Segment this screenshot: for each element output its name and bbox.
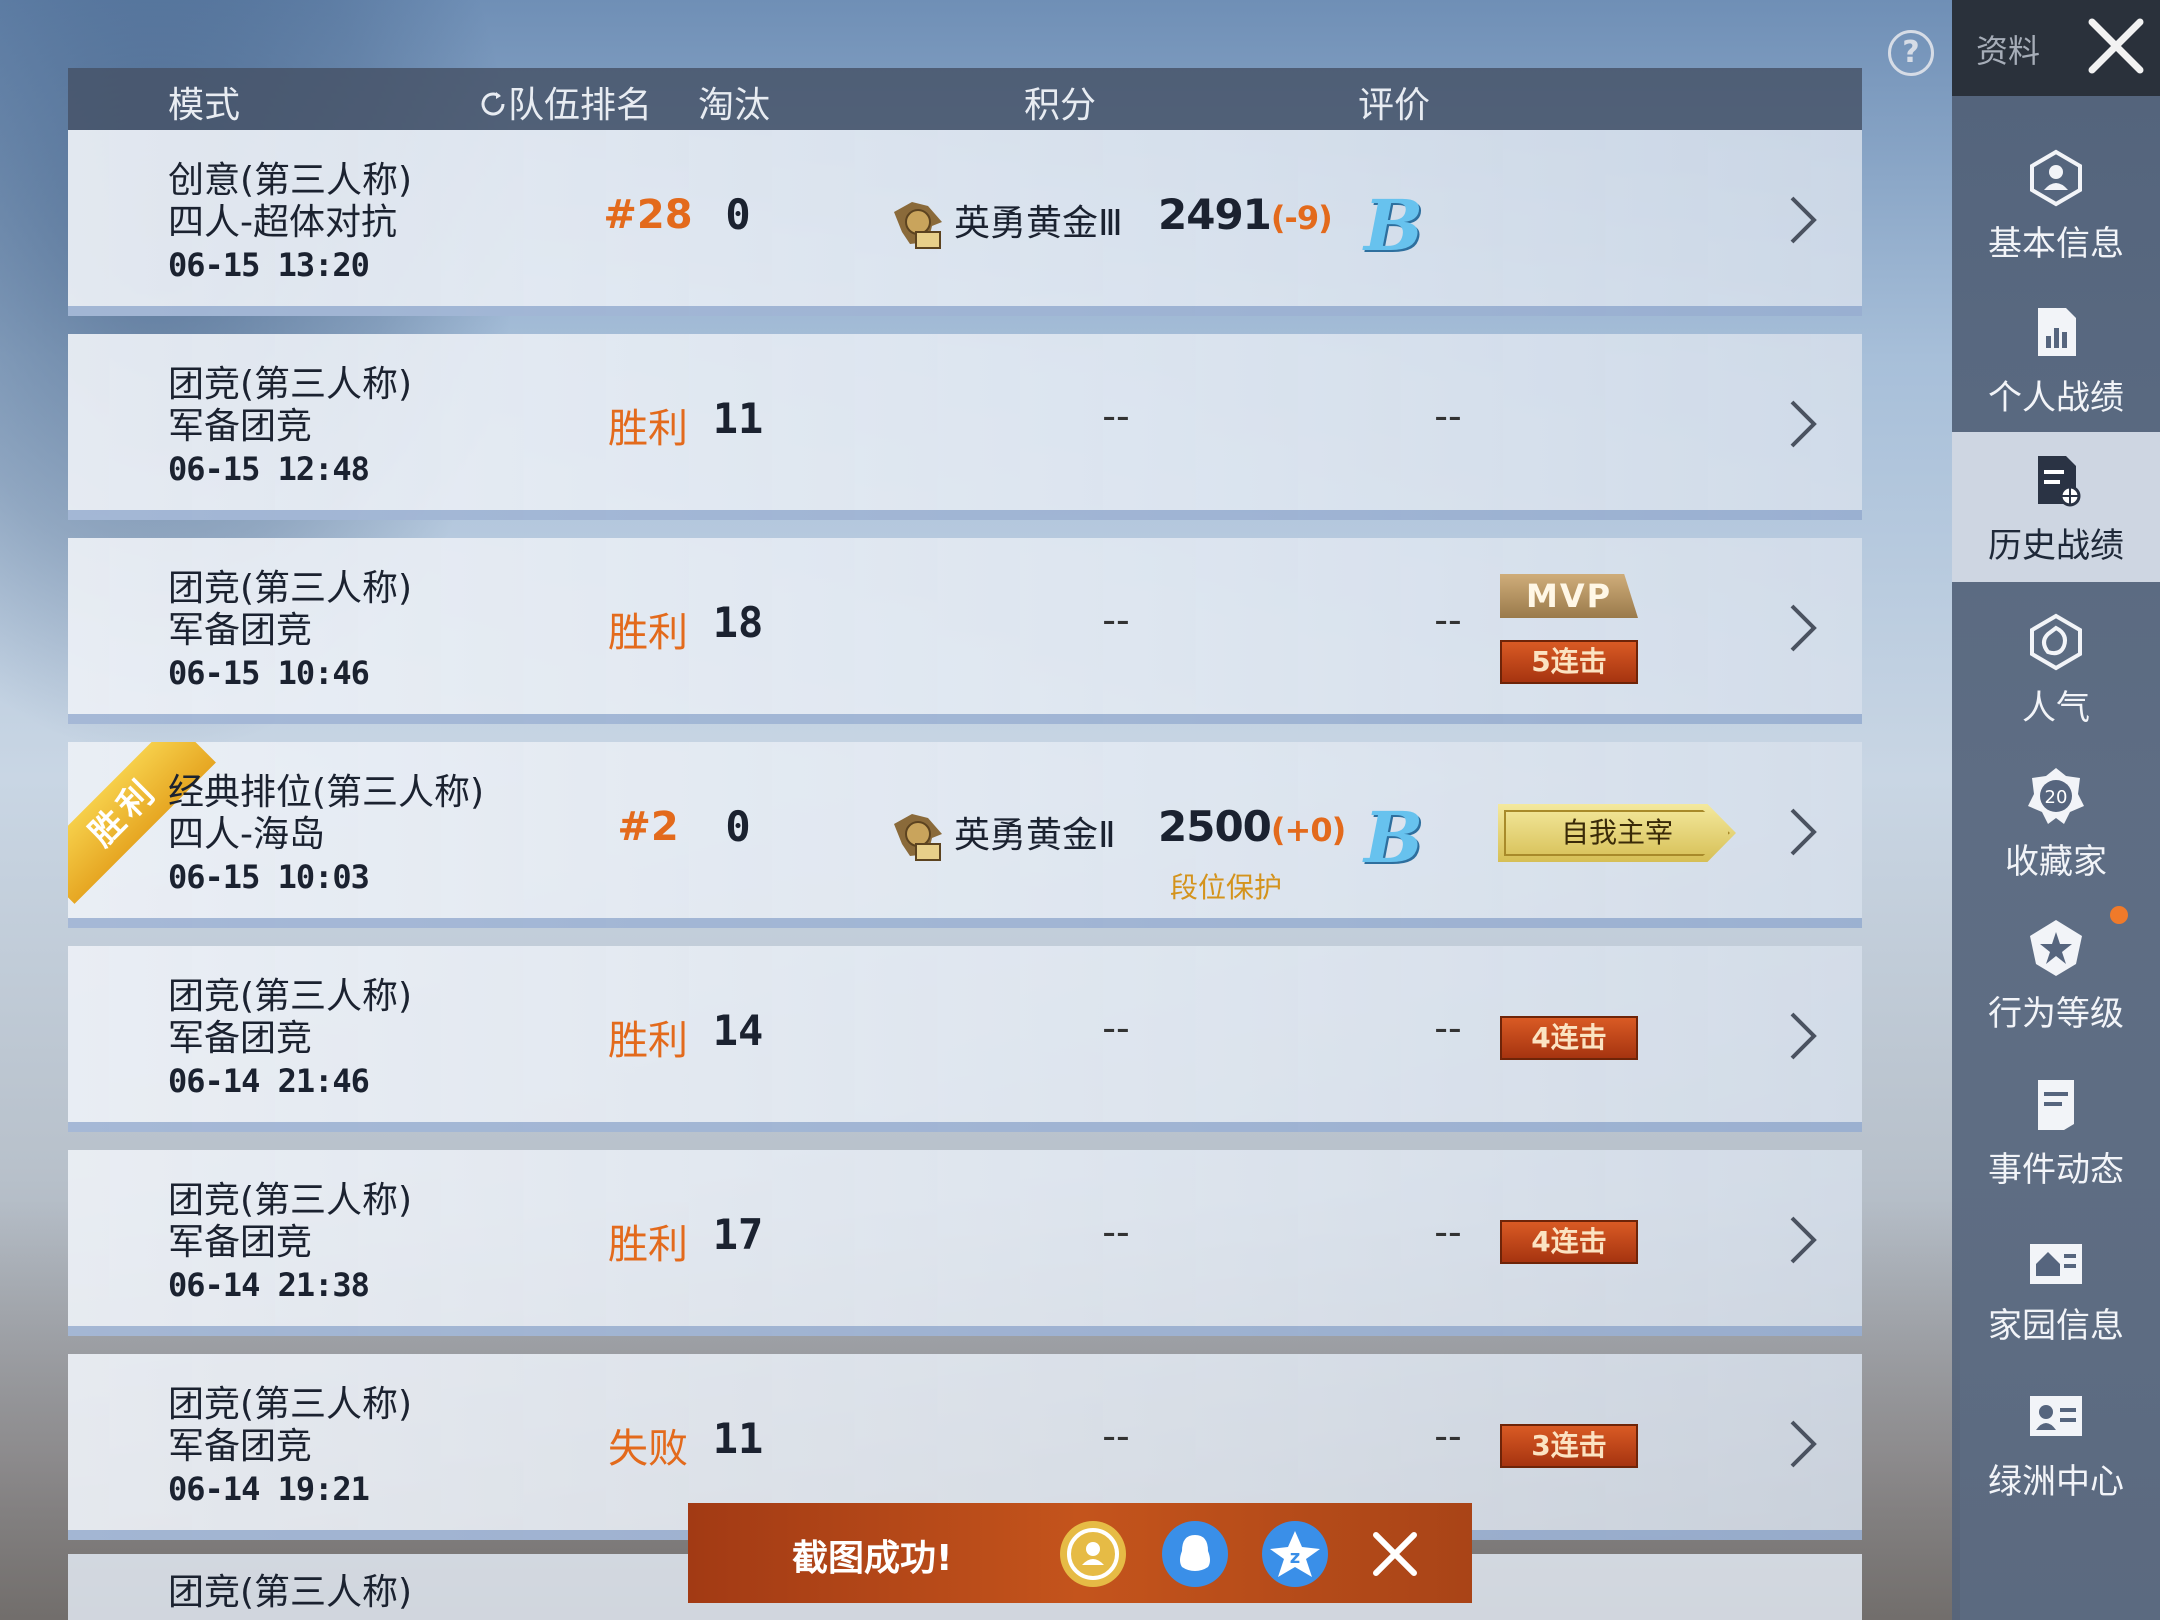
- score-empty: --: [1102, 1006, 1130, 1050]
- header-score: 积分: [1024, 85, 1097, 126]
- profile-icon: [2030, 149, 2082, 207]
- grade-letter: B: [1364, 184, 1424, 267]
- chevron-right-icon[interactable]: [1778, 596, 1828, 660]
- close-toast-icon[interactable]: [1362, 1521, 1428, 1587]
- sidebar-item-match-history[interactable]: 历史战绩: [1952, 432, 2160, 582]
- match-mode: 经典排位(第三人称) 四人-海岛 06-15 10:03: [168, 772, 485, 896]
- share-qq-icon[interactable]: [1162, 1521, 1228, 1587]
- kill-count: 0: [725, 190, 751, 239]
- chevron-right-icon[interactable]: [1778, 1004, 1828, 1068]
- behavior-icon: [2030, 920, 2082, 976]
- match-row[interactable]: 胜利 经典排位(第三人称) 四人-海岛 06-15 10:03 #2 0 英勇黄…: [68, 742, 1862, 928]
- match-mode: 团竞(第三人称) 军备团竞 06-14 19:21: [168, 1384, 413, 1508]
- grade-empty: --: [1434, 394, 1462, 438]
- match-row[interactable]: 团竞(第三人称) 军备团竞 06-14 21:38 胜利 17 -- -- 4连…: [68, 1150, 1862, 1336]
- sidebar-item-behavior-level[interactable]: 行为等级: [1952, 900, 2160, 1050]
- chevron-right-icon[interactable]: [1778, 800, 1828, 864]
- score-value: 2500(+0): [1158, 802, 1346, 851]
- collector-icon: 20: [2028, 768, 2084, 824]
- sidebar-item-popularity[interactable]: 人气: [1952, 594, 2160, 744]
- help-button[interactable]: ?: [1888, 30, 1934, 76]
- events-icon: [2038, 1080, 2074, 1130]
- score-empty: --: [1102, 1414, 1130, 1458]
- kill-count: 14: [712, 1006, 764, 1055]
- sidebar-item-personal-stats[interactable]: 个人战绩: [1952, 284, 2160, 434]
- oasis-icon: [2030, 1396, 2082, 1436]
- streak-badge: 4连击: [1500, 1220, 1638, 1264]
- kill-count: 0: [725, 802, 751, 851]
- collector-level: 20: [2045, 787, 2068, 808]
- gold-tier-icon: [894, 814, 942, 861]
- match-row[interactable]: 创意(第三人称) 四人-超体对抗 06-15 13:20 #28 0 英勇黄金Ⅲ…: [68, 130, 1862, 316]
- share-friends-icon[interactable]: [1060, 1521, 1126, 1587]
- streak-badge: 4连击: [1500, 1016, 1638, 1060]
- chevron-right-icon[interactable]: [1778, 188, 1828, 252]
- mvp-badge: MVP: [1500, 574, 1638, 618]
- toast-text: 截图成功!: [792, 1538, 953, 1579]
- sidebar-top-bar: 资料: [1952, 0, 2160, 96]
- popularity-icon: [2030, 613, 2082, 671]
- score-empty: --: [1102, 598, 1130, 642]
- kill-count: 17: [712, 1210, 764, 1259]
- chevron-right-icon[interactable]: [1778, 1208, 1828, 1272]
- tier-name: 英勇黄金Ⅱ: [954, 815, 1116, 856]
- match-mode: 团竞(第三人称) 军备团竞 06-15 10:46: [168, 568, 413, 692]
- kill-count: 18: [712, 598, 764, 647]
- match-row[interactable]: 团竞(第三人称) 军备团竞 06-15 12:48 胜利 11 -- --: [68, 334, 1862, 520]
- screenshot-toast: 截图成功! z: [688, 1503, 1472, 1603]
- table-header: 模式 队伍排名 淘汰 积分 评价: [68, 68, 1862, 130]
- streak-badge: 3连击: [1500, 1424, 1638, 1468]
- history-icon: [2038, 456, 2081, 507]
- sidebar-item-collector[interactable]: 20 收藏家: [1952, 748, 2160, 898]
- sidebar-item-events[interactable]: 事件动态: [1952, 1056, 2160, 1206]
- header-rating: 评价: [1358, 85, 1431, 126]
- score-empty: --: [1102, 394, 1130, 438]
- stats-icon: [2038, 308, 2076, 356]
- rank-protection-label: 段位保护: [1170, 871, 1283, 904]
- streak-badge: 5连击: [1500, 640, 1638, 684]
- sidebar-title: 资料: [1976, 32, 2041, 70]
- match-row[interactable]: 团竞(第三人称) 军备团竞 06-15 10:46 胜利 18 -- -- MV…: [68, 538, 1862, 724]
- grade-empty: --: [1434, 1210, 1462, 1254]
- share-qzone-icon[interactable]: z: [1262, 1521, 1328, 1587]
- svg-text:z: z: [1290, 1547, 1300, 1568]
- chevron-right-icon[interactable]: [1778, 1412, 1828, 1476]
- gold-tier-icon: [894, 202, 942, 249]
- match-mode: 团竞(第三人称) 军备团竞 06-14 21:38: [168, 1180, 413, 1304]
- match-mode: 团竞(第三人称) 军备团竞 06-14 21:46: [168, 976, 413, 1100]
- kill-count: 11: [712, 1414, 764, 1463]
- sidebar: 资料 基本信息 个人战绩 历史战绩 人气 20 收藏家 行为等级 事件动态 家园…: [1952, 0, 2160, 1620]
- close-icon[interactable]: [2084, 14, 2148, 78]
- grade-letter: B: [1364, 796, 1424, 879]
- grade-empty: --: [1434, 1006, 1462, 1050]
- score-value: 2491(-9): [1158, 190, 1333, 239]
- match-mode: 创意(第三人称) 四人-超体对抗 06-15 13:20: [168, 160, 413, 284]
- chevron-right-icon[interactable]: [1778, 392, 1828, 456]
- sidebar-item-oasis-center[interactable]: 绿洲中心: [1952, 1368, 2160, 1518]
- header-team-rank: 队伍排名: [478, 76, 652, 128]
- self-master-badge: 自我主宰: [1498, 804, 1736, 862]
- notification-dot: [2110, 906, 2128, 924]
- refresh-icon[interactable]: [478, 87, 508, 117]
- grade-empty: --: [1434, 598, 1462, 642]
- header-mode: 模式: [168, 85, 241, 126]
- tier-name: 英勇黄金Ⅲ: [954, 203, 1123, 244]
- sidebar-item-home-info[interactable]: 家园信息: [1952, 1212, 2160, 1362]
- match-mode: 团竞(第三人称): [168, 1572, 413, 1613]
- grade-empty: --: [1434, 1414, 1462, 1458]
- score-empty: --: [1102, 1210, 1130, 1254]
- sidebar-item-basic-info[interactable]: 基本信息: [1952, 130, 2160, 280]
- home-icon: [2030, 1244, 2082, 1284]
- header-kills: 淘汰: [698, 85, 771, 126]
- kill-count: 11: [712, 394, 764, 443]
- match-mode: 团竞(第三人称) 军备团竞 06-15 12:48: [168, 364, 413, 488]
- match-row[interactable]: 团竞(第三人称) 军备团竞 06-14 21:46 胜利 14 -- -- 4连…: [68, 946, 1862, 1132]
